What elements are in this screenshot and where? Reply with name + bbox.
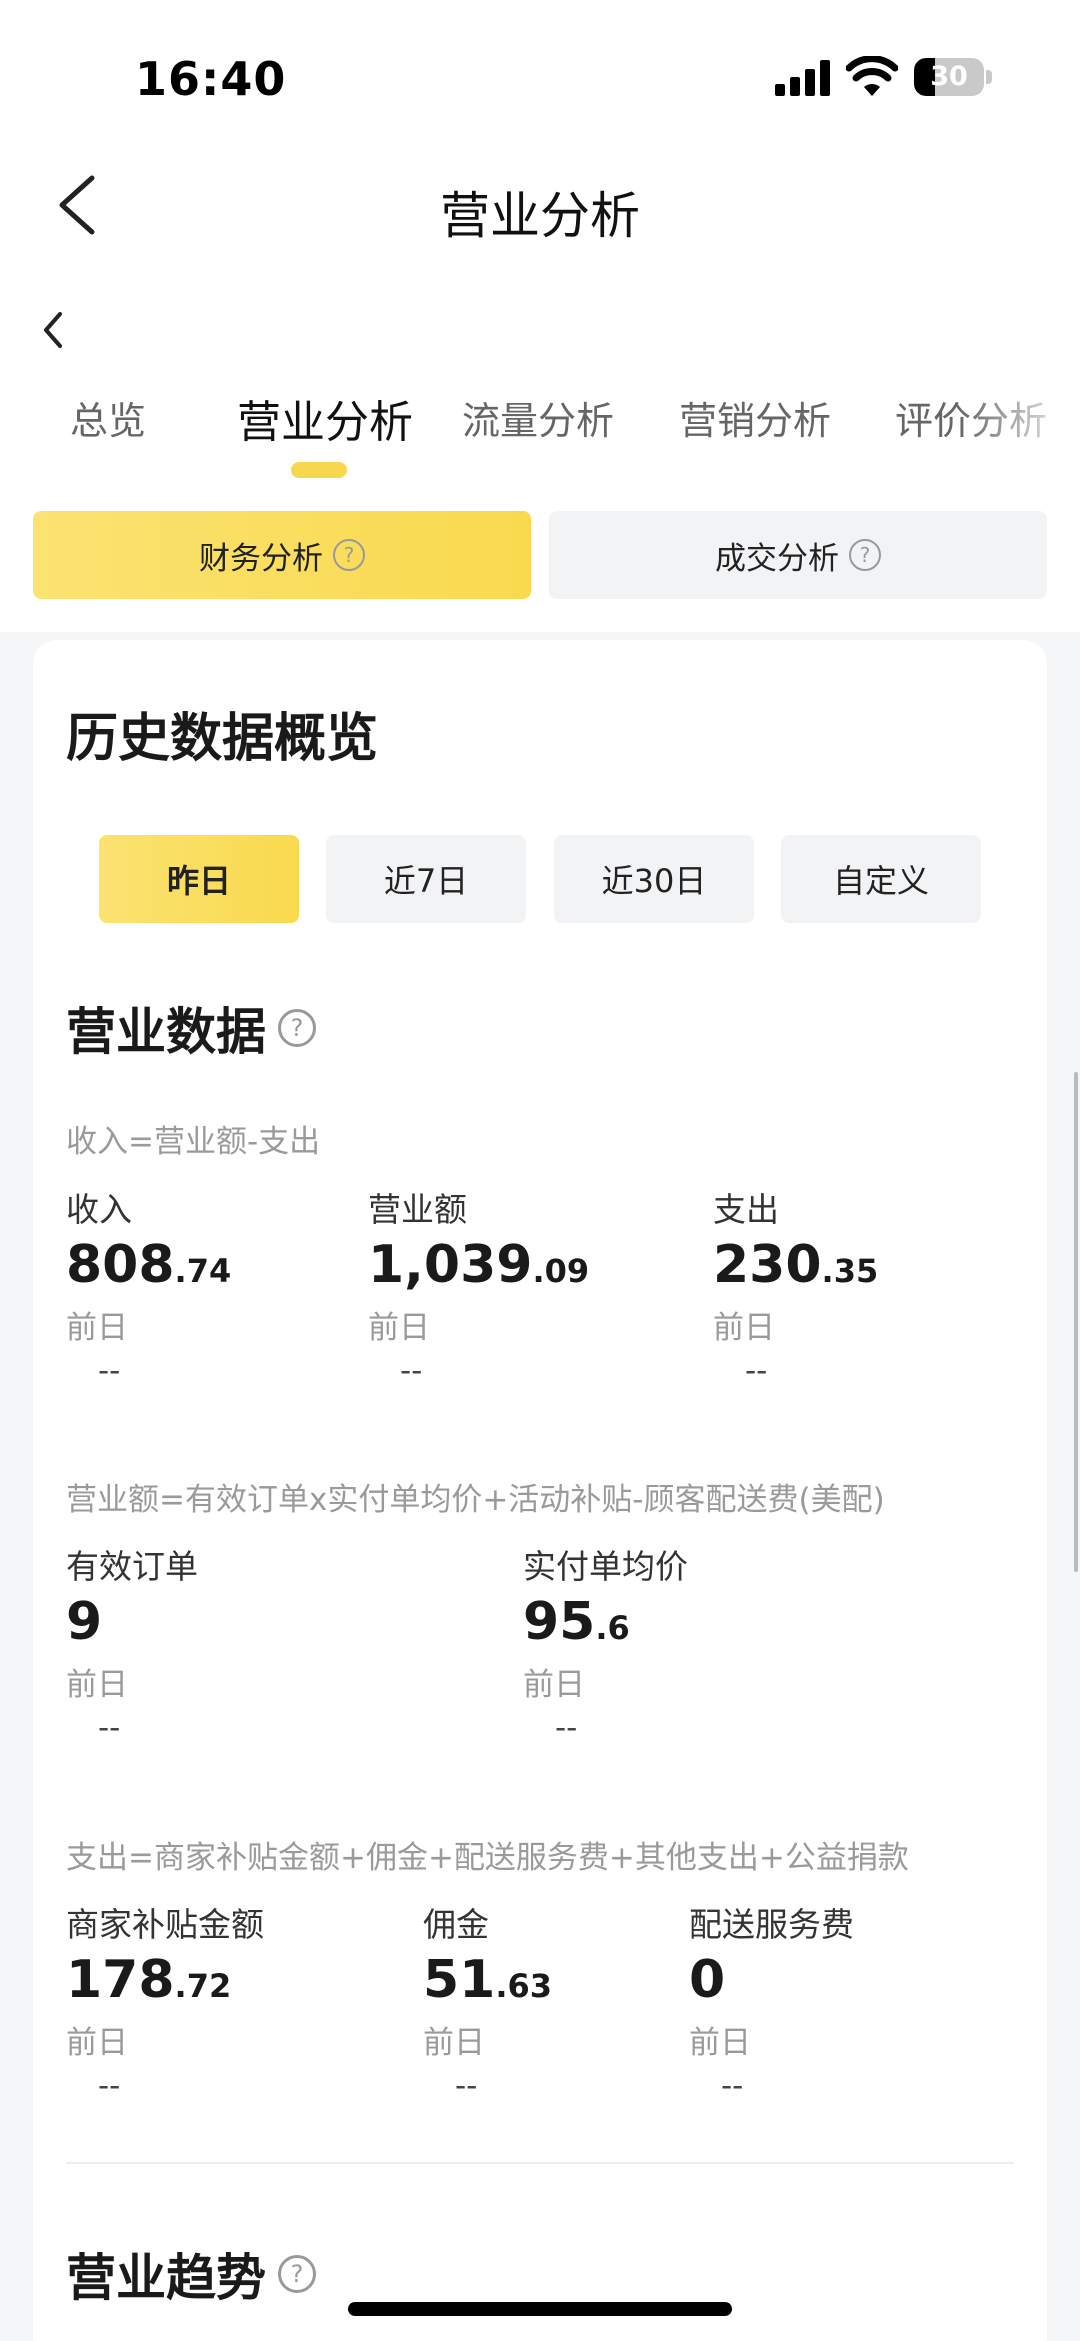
deal-analysis-button[interactable]: 成交分析 ?	[549, 511, 1047, 599]
prev-day-label: 前日	[523, 1667, 585, 1704]
value-decimal: .63	[495, 1967, 553, 2005]
tab-business-analysis[interactable]: 营业分析	[237, 386, 413, 450]
value-integer: 178	[66, 1950, 175, 2010]
metric-value: 230.35	[713, 1235, 879, 1295]
value-decimal: .35	[821, 1252, 879, 1290]
prev-day-value: --	[745, 1353, 768, 1390]
active-tab-indicator	[291, 462, 347, 478]
business-trend-heading: 营业趋势 ?	[66, 2238, 316, 2310]
overview-title: 历史数据概览	[66, 709, 379, 769]
prev-day-label: 前日	[423, 2025, 485, 2062]
tab-fade	[960, 370, 1080, 450]
finance-analysis-label: 财务分析	[199, 540, 323, 577]
metric-value: 51.63	[423, 1950, 553, 2010]
prev-day-label: 前日	[66, 1310, 128, 1347]
wifi-icon	[846, 56, 898, 96]
battery-icon: 30	[914, 58, 984, 96]
metric-label: 支出	[713, 1190, 779, 1229]
value-decimal: .72	[174, 1967, 232, 2005]
value-integer: 808	[66, 1235, 175, 1295]
prev-day-label: 前日	[368, 1310, 430, 1347]
finance-analysis-button[interactable]: 财务分析 ?	[33, 511, 531, 599]
range-7days-button[interactable]: 近7日	[326, 835, 526, 923]
status-time: 16:40	[135, 52, 287, 106]
prev-day-value: --	[455, 2068, 478, 2105]
metric-value: 0	[689, 1950, 854, 2010]
business-trend-title: 营业趋势	[66, 2249, 266, 2307]
metric-value: 95.6	[523, 1592, 688, 1652]
formula-income: 收入=营业额-支出	[66, 1124, 321, 1160]
app-screen: 16:40 30 营业分析 总览 营业分析 流量分析 营销分析 评价分析 财务分…	[0, 0, 1080, 2341]
value-integer: 1,039	[368, 1235, 533, 1295]
prev-day-label: 前日	[66, 1667, 128, 1704]
prev-day-label: 前日	[689, 2025, 751, 2062]
help-icon[interactable]: ?	[849, 539, 881, 571]
value-integer: 95	[523, 1592, 596, 1652]
prev-day-value: --	[400, 1353, 423, 1390]
range-30days-button[interactable]: 近30日	[554, 835, 754, 923]
formula-expense: 支出=商家补贴金额+佣金+配送服务费+其他支出+公益捐款	[66, 1840, 909, 1876]
metric-revenue: 营业额 1,039.09 前日 --	[368, 1183, 589, 1389]
value-integer: 0	[689, 1950, 726, 2010]
tab-traffic-analysis[interactable]: 流量分析	[462, 390, 614, 445]
metric-label: 实付单均价	[523, 1547, 688, 1586]
home-indicator[interactable]	[348, 2302, 732, 2316]
metric-value: 9	[66, 1592, 198, 1652]
chevron-left-icon[interactable]	[36, 308, 72, 352]
business-data-title: 营业数据	[66, 1003, 266, 1061]
battery-level: 30	[930, 61, 968, 92]
tab-marketing-analysis[interactable]: 营销分析	[679, 390, 831, 445]
metric-delivery-fee: 配送服务费 0 前日 --	[689, 1898, 854, 2104]
value-decimal: .6	[595, 1609, 630, 1647]
value-integer: 230	[713, 1235, 822, 1295]
business-data-heading: 营业数据 ?	[66, 992, 316, 1064]
scrollbar[interactable]	[1074, 1072, 1078, 1572]
metric-label: 营业额	[368, 1190, 467, 1229]
metric-label: 商家补贴金额	[66, 1905, 264, 1944]
range-custom-button[interactable]: 自定义	[781, 835, 981, 923]
metric-income: 收入 808.74 前日 --	[66, 1183, 231, 1389]
deal-analysis-label: 成交分析	[715, 540, 839, 577]
prev-day-value: --	[98, 1710, 121, 1747]
help-icon[interactable]: ?	[278, 1009, 316, 1047]
value-integer: 9	[66, 1592, 103, 1652]
metric-expense: 支出 230.35 前日 --	[713, 1183, 878, 1389]
value-decimal: .74	[174, 1252, 232, 1290]
metric-value: 1,039.09	[368, 1235, 590, 1295]
metric-merchant-subsidy: 商家补贴金额 178.72 前日 --	[66, 1898, 264, 2104]
range-yesterday-button[interactable]: 昨日	[99, 835, 299, 923]
help-icon[interactable]: ?	[333, 539, 365, 571]
metric-label: 收入	[66, 1190, 132, 1229]
metric-value: 178.72	[66, 1950, 264, 2010]
formula-revenue: 营业额=有效订单x实付单均价+活动补贴-顾客配送费(美配)	[66, 1482, 885, 1518]
metric-label: 有效订单	[66, 1547, 198, 1586]
prev-day-value: --	[721, 2068, 744, 2105]
prev-day-value: --	[555, 1710, 578, 1747]
cellular-signal-icon	[775, 60, 831, 96]
prev-day-label: 前日	[713, 1310, 775, 1347]
section-divider	[66, 2162, 1014, 2164]
help-icon[interactable]: ?	[278, 2255, 316, 2293]
prev-day-value: --	[98, 2068, 121, 2105]
metric-value: 808.74	[66, 1235, 232, 1295]
prev-day-value: --	[98, 1353, 121, 1390]
metric-valid-orders: 有效订单 9 前日 --	[66, 1540, 198, 1746]
metric-avg-paid-price: 实付单均价 95.6 前日 --	[523, 1540, 688, 1746]
value-decimal: .09	[532, 1252, 590, 1290]
page-title: 营业分析	[440, 187, 640, 245]
metric-label: 佣金	[423, 1905, 489, 1944]
prev-day-label: 前日	[66, 2025, 128, 2062]
tab-overview[interactable]: 总览	[70, 390, 146, 445]
metric-commission: 佣金 51.63 前日 --	[423, 1898, 552, 2104]
value-integer: 51	[423, 1950, 496, 2010]
battery-cap	[986, 70, 992, 84]
metric-label: 配送服务费	[689, 1905, 854, 1944]
